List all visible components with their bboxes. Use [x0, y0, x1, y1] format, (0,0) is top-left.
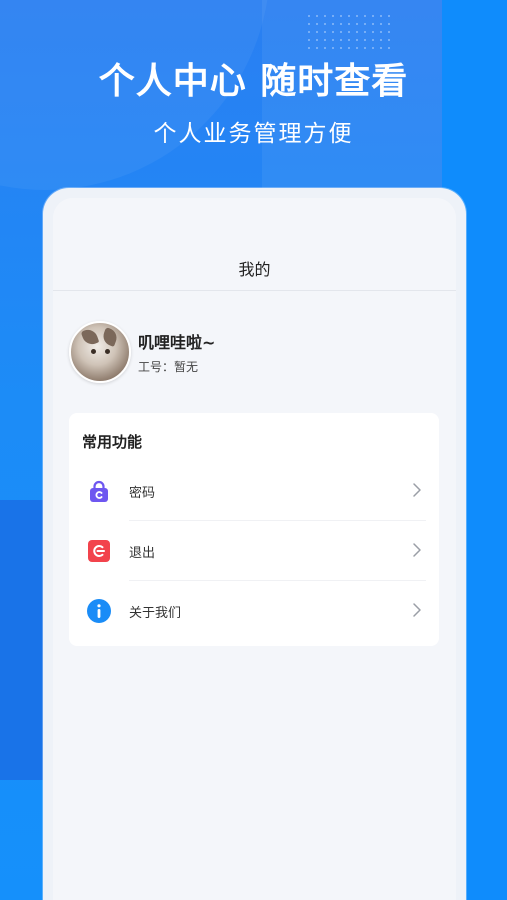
- functions-title: 常用功能: [82, 433, 143, 451]
- logout-icon: [87, 539, 111, 563]
- avatar-detail: [91, 349, 96, 354]
- decorative-dots: [305, 12, 390, 52]
- avatar-detail: [100, 327, 120, 347]
- functions-card: 常用功能 密码 退出 关于我们: [69, 413, 439, 646]
- decorative-panel: [0, 500, 46, 780]
- app-screen: 我的 叽哩哇啦~ 工号：暂无 常用功能 密码 退出 关于我们: [53, 198, 456, 900]
- menu-item-logout[interactable]: 退出: [69, 521, 439, 581]
- chevron-right-icon: [408, 541, 426, 559]
- employee-id: 工号：暂无: [138, 360, 199, 374]
- promo-headline: 个人中心 随时查看: [98, 61, 409, 102]
- avatar-detail: [80, 327, 100, 347]
- user-name: 叽哩哇啦~: [138, 333, 216, 352]
- lock-icon: [87, 479, 111, 503]
- promo-screen: 个人中心 随时查看 个人业务管理方便 我的 叽哩哇啦~ 工号：暂无 常用功能 密…: [0, 0, 507, 900]
- promo-subline: 个人业务管理方便: [153, 121, 354, 147]
- avatar-detail: [105, 349, 110, 354]
- page-title: 我的: [238, 260, 271, 279]
- avatar[interactable]: [69, 321, 131, 383]
- menu-label: 退出: [129, 546, 156, 561]
- phone-frame: 我的 叽哩哇啦~ 工号：暂无 常用功能 密码 退出 关于我们: [43, 188, 466, 900]
- info-icon: [87, 599, 111, 623]
- menu-label: 密码: [129, 486, 156, 501]
- menu-label: 关于我们: [129, 606, 182, 621]
- profile-section[interactable]: 叽哩哇啦~ 工号：暂无: [69, 321, 449, 383]
- chevron-right-icon: [408, 601, 426, 619]
- menu-item-password[interactable]: 密码: [69, 461, 439, 521]
- navbar: 我的: [53, 198, 456, 291]
- chevron-right-icon: [408, 481, 426, 499]
- menu-item-about[interactable]: 关于我们: [69, 581, 439, 641]
